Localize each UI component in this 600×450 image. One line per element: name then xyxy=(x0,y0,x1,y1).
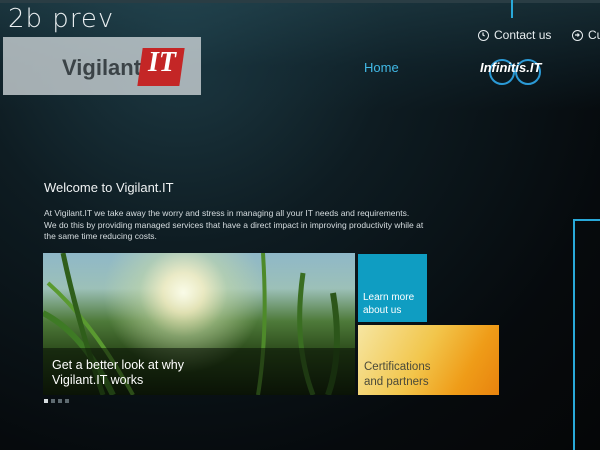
carousel-dot[interactable] xyxy=(58,399,62,403)
clock-icon xyxy=(478,29,489,41)
partner-logo-text[interactable]: Infinitis.IT xyxy=(480,60,541,75)
carousel-dot[interactable] xyxy=(44,399,48,403)
certifications-line1: Certifications xyxy=(364,361,431,373)
intro-paragraph: At Vigilant.IT we take away the worry an… xyxy=(44,208,424,241)
carousel-dot[interactable] xyxy=(65,399,69,403)
carousel-dot[interactable] xyxy=(51,399,55,403)
page-title: Welcome to Vigilant.IT xyxy=(44,180,174,195)
learn-more-line2: about us xyxy=(363,304,402,316)
secondary-link[interactable]: Cu xyxy=(572,28,600,42)
secondary-link-label: Cu xyxy=(588,28,600,42)
logo-flag-text: IT xyxy=(148,47,176,78)
hero-caption-line2: Vigilant.IT works xyxy=(52,373,144,387)
certifications-label: Certifications and partners xyxy=(364,360,430,390)
logo-text: Vigilant. xyxy=(62,55,148,80)
hero-caption[interactable]: Get a better look at why Vigilant.IT wor… xyxy=(52,358,184,388)
contact-us-label: Contact us xyxy=(494,28,552,42)
certifications-line2: and partners xyxy=(364,376,429,388)
contact-us-link[interactable]: Contact us xyxy=(478,28,551,42)
nav-home[interactable]: Home xyxy=(364,60,399,75)
accent-line xyxy=(511,0,513,18)
learn-more-label: Learn more about us xyxy=(363,292,414,317)
top-edge xyxy=(0,0,600,3)
carousel-dots xyxy=(44,399,69,403)
version-label: 2b prev xyxy=(8,4,115,34)
learn-more-line1: Learn more xyxy=(363,292,415,303)
arrow-circle-icon xyxy=(572,29,583,41)
hero-caption-line1: Get a better look at why xyxy=(52,358,185,372)
side-panel-frame xyxy=(573,219,600,450)
